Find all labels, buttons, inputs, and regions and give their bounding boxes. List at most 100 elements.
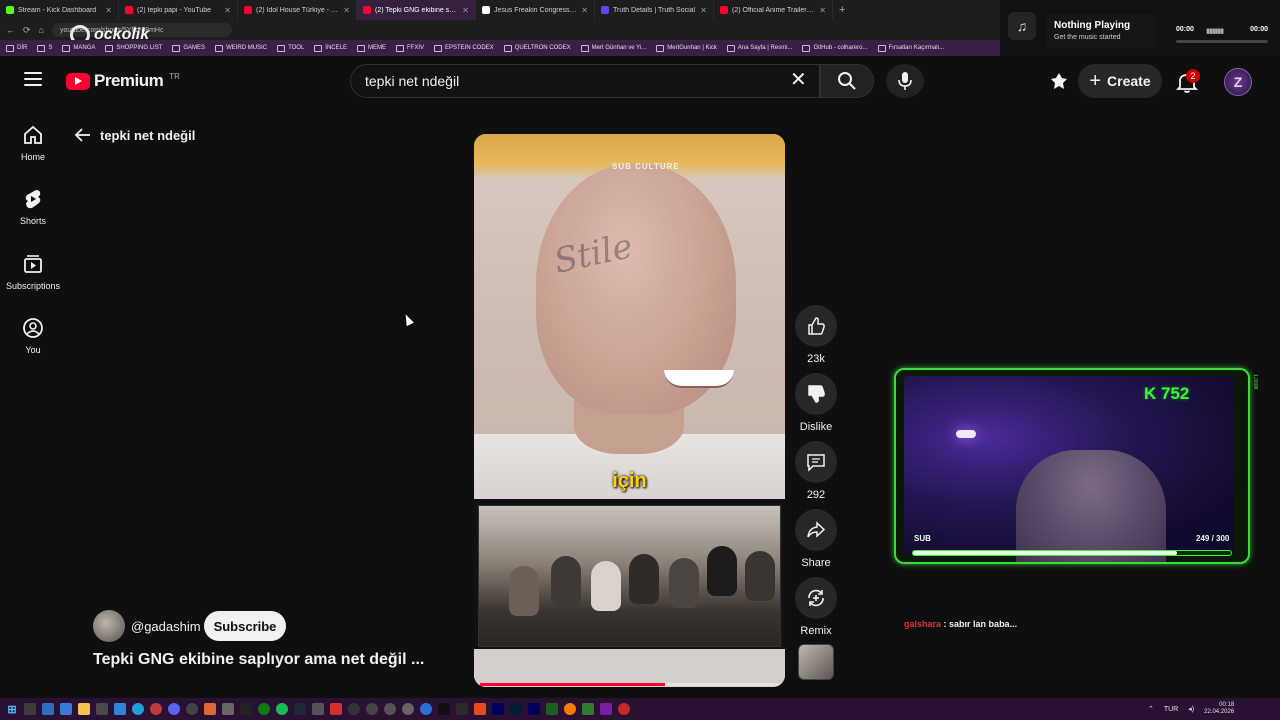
bookmark-item[interactable]: GAMES [172,45,205,52]
app-icon[interactable] [204,703,216,715]
sidebar-item-home[interactable]: Home [0,124,66,180]
bookmark-item[interactable]: EPSTEIN CODEX [434,45,494,52]
channel-avatar[interactable] [93,610,125,642]
close-tab-icon[interactable]: ✕ [700,6,707,15]
app-icon[interactable] [420,703,432,715]
browser-tab[interactable]: Stream - Kick Dashboard ✕ [0,0,119,20]
bookmark-item[interactable]: S [37,45,52,52]
back-nav-icon[interactable]: ← [6,25,15,35]
create-button[interactable]: + Create [1078,64,1162,98]
browser-tab[interactable]: (2) Tepki GNG ekibine saplıyo ✕ [357,0,476,20]
now-playing-progress[interactable] [1176,40,1268,43]
premium-extension-icon[interactable] [1048,70,1070,92]
search-button[interactable] [820,64,874,98]
app-icon[interactable] [582,703,594,715]
bookmark-item[interactable]: İNCELE [314,45,347,52]
bookmark-item[interactable]: DİR [6,45,27,52]
close-tab-icon[interactable]: ✕ [819,6,826,15]
start-icon[interactable]: ⊞ [6,703,18,716]
video-title[interactable]: Tepki GNG ekibine saplıyor ama net değil… [93,651,453,669]
music-note-icon[interactable]: ♫ [1008,12,1036,40]
bookmark-item[interactable]: GitHub - colharero... [802,45,867,52]
speaker-icon[interactable]: ◂) [1188,705,1194,713]
bookmark-item[interactable]: Ana Sayfa | Resmi... [727,45,793,52]
tray-lang[interactable]: TUR [1164,706,1178,713]
menu-icon[interactable] [24,72,42,86]
file-explorer-icon[interactable] [78,703,90,715]
app-icon[interactable] [240,703,252,715]
share-action[interactable]: Share [795,509,837,569]
search-input[interactable] [365,73,785,89]
edge-icon[interactable] [132,703,144,715]
bookmark-item[interactable]: Fırsatları Kaçırmalı... [878,45,945,52]
audition-icon[interactable] [492,703,504,715]
remix-button[interactable] [795,577,837,619]
sidebar-item-you[interactable]: You [0,317,66,373]
sidebar-item-shorts[interactable]: Shorts [0,188,66,244]
browser-tab[interactable]: Truth Details | Truth Social ✕ [595,0,714,20]
home-nav-icon[interactable]: ⌂ [39,25,44,35]
app-icon[interactable] [384,703,396,715]
task-view-icon[interactable] [24,703,36,715]
app-icon[interactable] [402,703,414,715]
xbox-icon[interactable] [258,703,270,715]
share-button[interactable] [795,509,837,551]
notepad-icon[interactable] [114,703,126,715]
spotify-icon[interactable] [276,703,288,715]
like-button[interactable] [795,305,837,347]
bookmark-item[interactable]: MEME [357,45,386,52]
app-icon[interactable] [474,703,486,715]
browser-tab[interactable]: (2) Official Anime Trailer | Rooster ✕ [714,0,833,20]
dislike-button[interactable] [795,373,837,415]
discord-icon[interactable] [168,703,180,715]
close-tab-icon[interactable]: ✕ [343,6,350,15]
bookmark-item[interactable]: MANGA [62,45,95,52]
shorts-video-player[interactable]: Stile SUB CULTURE için [474,134,785,687]
app-icon[interactable] [186,703,198,715]
browser-icon[interactable] [150,703,162,715]
comments-button[interactable] [795,441,837,483]
subscribe-button[interactable]: Subscribe [204,611,286,641]
bookmark-item[interactable]: FFXIV [396,45,424,52]
bookmark-item[interactable]: QUELTRON CODEX [504,45,571,52]
app-icon[interactable] [366,703,378,715]
bookmark-item[interactable]: TOOL [277,45,304,52]
app-icon[interactable] [330,703,342,715]
close-tab-icon[interactable]: ✕ [105,6,112,15]
new-tab-button[interactable]: + [833,4,851,16]
premiere-icon[interactable] [528,703,540,715]
app-icon[interactable] [456,703,468,715]
sound-thumbnail[interactable] [798,644,834,680]
steam-icon[interactable] [294,703,306,715]
app-icon[interactable] [546,703,558,715]
widgets-icon[interactable] [42,703,54,715]
voice-search-button[interactable] [886,64,924,98]
channel-name[interactable]: @gadashim [131,619,201,634]
bookmark-item[interactable]: MertGunhan | Kick [656,45,717,52]
app-icon[interactable] [222,703,234,715]
close-tab-icon[interactable]: ✕ [224,6,231,15]
dislike-action[interactable]: Dislike [795,373,837,433]
remix-action[interactable]: Remix [795,577,837,637]
youtube-logo[interactable]: Premium TR [66,71,180,91]
browser-tab[interactable]: (2) Idol House Türkiye - YouTube ✕ [238,0,357,20]
app-icon[interactable] [438,703,450,715]
browser-tab[interactable]: Jesus Freakin Congress on Xi "You ✕ [476,0,595,20]
store-icon[interactable] [60,703,72,715]
like-action[interactable]: 23k [795,305,837,365]
app-icon[interactable] [348,703,360,715]
bookmark-item[interactable]: SHOPPING LIST [105,45,162,52]
account-avatar[interactable]: Z [1224,68,1252,96]
sidebar-item-subscriptions[interactable]: Subscriptions [0,253,66,309]
browser-tab[interactable]: (2) tepki papi - YouTube ✕ [119,0,238,20]
back-to-results[interactable]: tepki net ndeğil [74,126,195,144]
clear-search-icon[interactable]: ✕ [790,69,807,91]
close-tab-icon[interactable]: ✕ [462,6,469,15]
app-icon[interactable] [618,703,630,715]
bookmark-item[interactable]: WEIRD MUSIC [215,45,267,52]
app-icon[interactable] [312,703,324,715]
bookmark-item[interactable]: Mert Günhan ve Yi... [581,45,647,52]
comments-action[interactable]: 292 [795,441,837,501]
system-clock[interactable]: 00:18 22.04.2026 [1204,702,1234,716]
close-tab-icon[interactable]: ✕ [581,6,588,15]
